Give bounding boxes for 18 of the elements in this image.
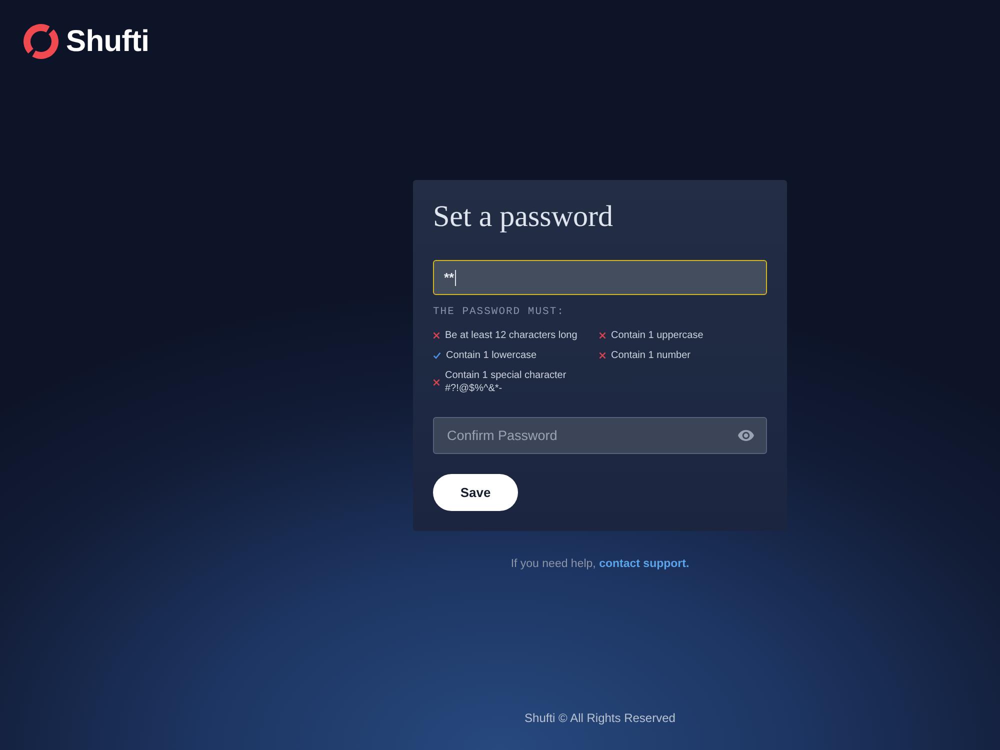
requirement-text: Be at least 12 characters long bbox=[445, 329, 578, 342]
save-button[interactable]: Save bbox=[433, 474, 518, 511]
logo-text: Shufti bbox=[66, 24, 150, 58]
requirement-text: Contain 1 lowercase bbox=[446, 349, 537, 362]
requirement-text: Contain 1 uppercase bbox=[611, 329, 704, 342]
copyright-text: Shufti © All Rights Reserved bbox=[524, 711, 676, 725]
requirements-heading: THE PASSWORD MUST: bbox=[433, 306, 564, 318]
text-cursor-icon bbox=[455, 270, 456, 286]
contact-support-link[interactable]: contact support. bbox=[599, 558, 690, 570]
confirm-password-field[interactable]: Confirm Password bbox=[433, 417, 767, 454]
requirement-text: Contain 1 special character #?!@$%^&*- bbox=[445, 369, 568, 395]
placeholder-text: Confirm Password bbox=[447, 428, 558, 443]
eye-icon[interactable] bbox=[738, 430, 754, 441]
help-text: If you need help, contact support. bbox=[510, 557, 690, 571]
requirement-text: Contain 1 number bbox=[611, 349, 690, 362]
form-title: Set a password bbox=[433, 199, 613, 235]
password-field[interactable]: ** bbox=[433, 260, 767, 295]
logo-ring-icon bbox=[23, 23, 59, 60]
